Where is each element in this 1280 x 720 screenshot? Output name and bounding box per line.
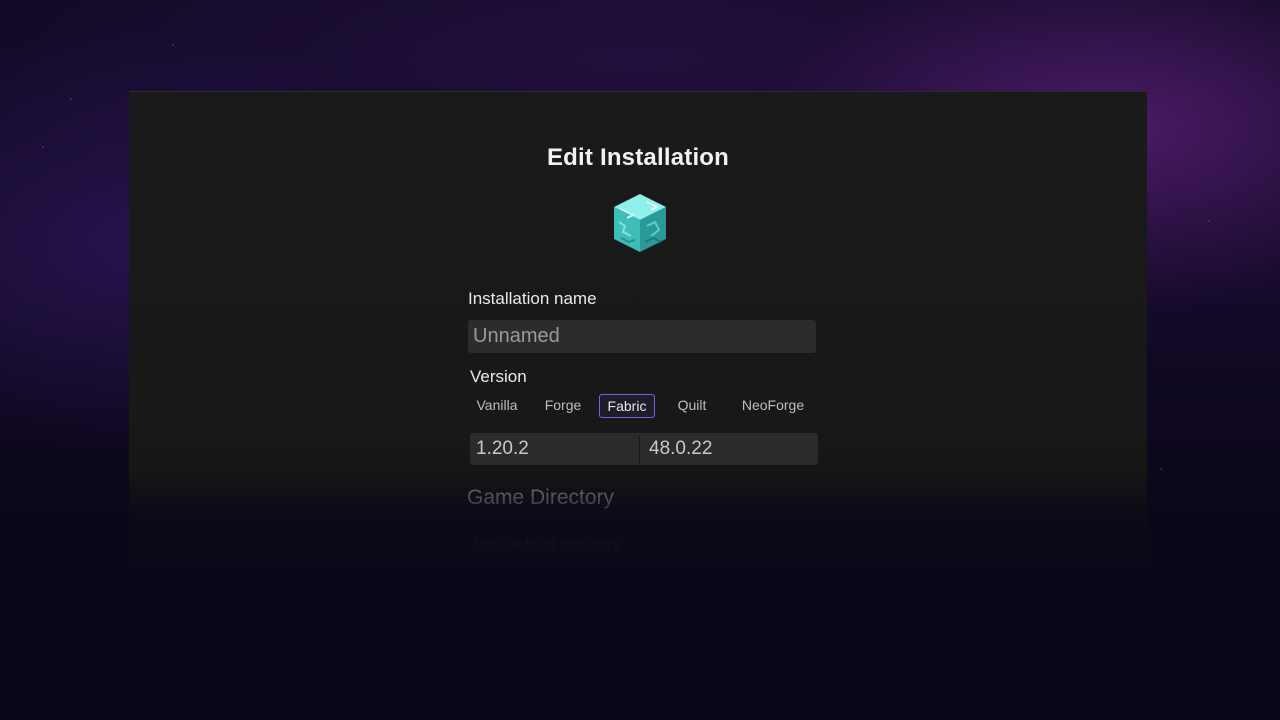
background-dot [172,44,174,46]
launcher-background: Edit Installation Installation name Vers… [0,0,1280,720]
installation-name-input[interactable] [468,320,816,353]
divider [639,435,640,463]
version-label: Version [470,367,527,386]
tab-quilt[interactable]: Quilt [669,394,715,416]
game-version-select[interactable]: 1.20.2 [470,433,639,465]
background-dot [1208,220,1210,222]
background-dot [1160,468,1162,470]
tab-forge[interactable]: Forge [537,394,589,416]
tab-neoforge[interactable]: NeoForge [733,394,813,416]
loader-version-select[interactable]: 48.0.22 [643,433,818,465]
diamond-block-icon[interactable] [611,192,669,254]
tab-vanilla[interactable]: Vanilla [469,394,525,416]
version-selector: 1.20.2 48.0.22 [470,433,818,465]
dialog-title: Edit Installation [546,144,730,171]
installation-name-label: Installation name [468,289,597,308]
game-directory-field[interactable]: Use default directory [468,532,818,560]
tab-fabric[interactable]: Fabric [599,394,655,418]
background-dot [70,98,72,100]
edit-installation-dialog: Edit Installation Installation name Vers… [129,91,1147,562]
game-directory-label: Game Directory [467,486,615,509]
loader-tabs: Vanilla Forge Fabric Quilt NeoForge [469,394,819,418]
background-dot [42,146,44,148]
